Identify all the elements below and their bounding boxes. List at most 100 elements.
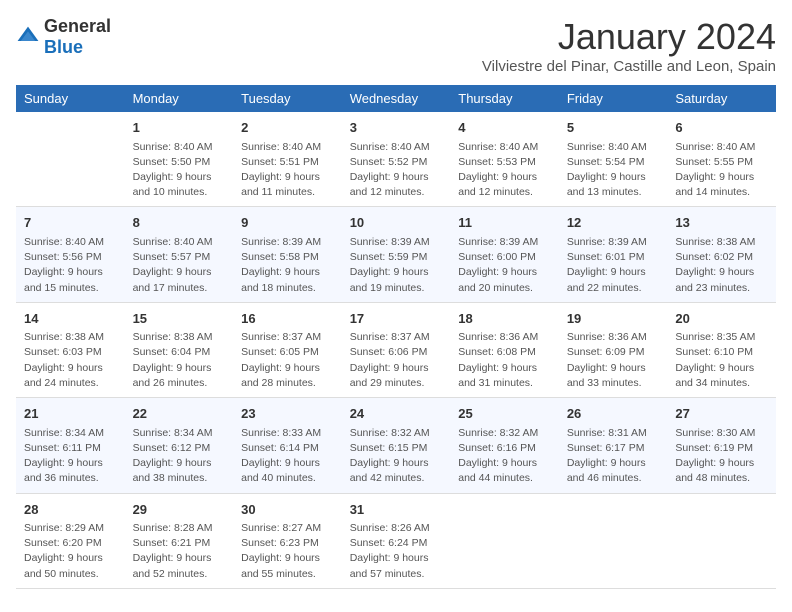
logo-text-general: General bbox=[44, 16, 111, 36]
day-number: 2 bbox=[241, 118, 334, 138]
day-number: 31 bbox=[350, 500, 443, 520]
day-number: 19 bbox=[567, 309, 660, 329]
day-info: Sunrise: 8:37 AM Sunset: 6:05 PM Dayligh… bbox=[241, 330, 334, 391]
day-number: 28 bbox=[24, 500, 117, 520]
calendar-cell: 24Sunrise: 8:32 AM Sunset: 6:15 PM Dayli… bbox=[342, 398, 451, 493]
weekday-header-row: SundayMondayTuesdayWednesdayThursdayFrid… bbox=[16, 85, 776, 112]
calendar-cell: 4Sunrise: 8:40 AM Sunset: 5:53 PM Daylig… bbox=[450, 112, 559, 207]
calendar-cell: 16Sunrise: 8:37 AM Sunset: 6:05 PM Dayli… bbox=[233, 302, 342, 397]
calendar-cell: 13Sunrise: 8:38 AM Sunset: 6:02 PM Dayli… bbox=[667, 207, 776, 302]
logo-icon bbox=[16, 25, 40, 49]
day-info: Sunrise: 8:40 AM Sunset: 5:52 PM Dayligh… bbox=[350, 140, 443, 201]
day-number: 9 bbox=[241, 213, 334, 233]
week-row-5: 28Sunrise: 8:29 AM Sunset: 6:20 PM Dayli… bbox=[16, 493, 776, 588]
day-info: Sunrise: 8:27 AM Sunset: 6:23 PM Dayligh… bbox=[241, 521, 334, 582]
calendar-cell: 27Sunrise: 8:30 AM Sunset: 6:19 PM Dayli… bbox=[667, 398, 776, 493]
day-info: Sunrise: 8:39 AM Sunset: 6:01 PM Dayligh… bbox=[567, 235, 660, 296]
weekday-header-saturday: Saturday bbox=[667, 85, 776, 112]
day-number: 23 bbox=[241, 404, 334, 424]
calendar-cell: 15Sunrise: 8:38 AM Sunset: 6:04 PM Dayli… bbox=[125, 302, 234, 397]
day-info: Sunrise: 8:39 AM Sunset: 6:00 PM Dayligh… bbox=[458, 235, 551, 296]
day-number: 13 bbox=[675, 213, 768, 233]
day-info: Sunrise: 8:37 AM Sunset: 6:06 PM Dayligh… bbox=[350, 330, 443, 391]
week-row-1: 1Sunrise: 8:40 AM Sunset: 5:50 PM Daylig… bbox=[16, 112, 776, 207]
logo: General Blue bbox=[16, 16, 111, 58]
day-info: Sunrise: 8:40 AM Sunset: 5:53 PM Dayligh… bbox=[458, 140, 551, 201]
calendar-cell: 5Sunrise: 8:40 AM Sunset: 5:54 PM Daylig… bbox=[559, 112, 668, 207]
calendar-cell: 18Sunrise: 8:36 AM Sunset: 6:08 PM Dayli… bbox=[450, 302, 559, 397]
day-number: 27 bbox=[675, 404, 768, 424]
calendar-cell: 23Sunrise: 8:33 AM Sunset: 6:14 PM Dayli… bbox=[233, 398, 342, 493]
calendar-cell: 26Sunrise: 8:31 AM Sunset: 6:17 PM Dayli… bbox=[559, 398, 668, 493]
week-row-2: 7Sunrise: 8:40 AM Sunset: 5:56 PM Daylig… bbox=[16, 207, 776, 302]
day-number: 6 bbox=[675, 118, 768, 138]
calendar-cell: 28Sunrise: 8:29 AM Sunset: 6:20 PM Dayli… bbox=[16, 493, 125, 588]
day-number: 24 bbox=[350, 404, 443, 424]
day-number: 25 bbox=[458, 404, 551, 424]
day-info: Sunrise: 8:30 AM Sunset: 6:19 PM Dayligh… bbox=[675, 426, 768, 487]
day-number: 22 bbox=[133, 404, 226, 424]
day-number: 30 bbox=[241, 500, 334, 520]
month-title: January 2024 bbox=[482, 16, 776, 58]
weekday-header-tuesday: Tuesday bbox=[233, 85, 342, 112]
logo-text-blue: Blue bbox=[44, 37, 83, 57]
calendar-cell: 2Sunrise: 8:40 AM Sunset: 5:51 PM Daylig… bbox=[233, 112, 342, 207]
calendar-cell bbox=[450, 493, 559, 588]
day-info: Sunrise: 8:32 AM Sunset: 6:15 PM Dayligh… bbox=[350, 426, 443, 487]
day-info: Sunrise: 8:28 AM Sunset: 6:21 PM Dayligh… bbox=[133, 521, 226, 582]
calendar-cell bbox=[16, 112, 125, 207]
calendar-cell: 1Sunrise: 8:40 AM Sunset: 5:50 PM Daylig… bbox=[125, 112, 234, 207]
day-info: Sunrise: 8:40 AM Sunset: 5:57 PM Dayligh… bbox=[133, 235, 226, 296]
calendar-cell: 21Sunrise: 8:34 AM Sunset: 6:11 PM Dayli… bbox=[16, 398, 125, 493]
day-info: Sunrise: 8:34 AM Sunset: 6:11 PM Dayligh… bbox=[24, 426, 117, 487]
day-info: Sunrise: 8:39 AM Sunset: 5:59 PM Dayligh… bbox=[350, 235, 443, 296]
day-info: Sunrise: 8:40 AM Sunset: 5:54 PM Dayligh… bbox=[567, 140, 660, 201]
location-title: Vilviestre del Pinar, Castille and Leon,… bbox=[482, 58, 776, 75]
calendar-cell: 9Sunrise: 8:39 AM Sunset: 5:58 PM Daylig… bbox=[233, 207, 342, 302]
title-area: January 2024 Vilviestre del Pinar, Casti… bbox=[482, 16, 776, 75]
calendar-cell: 7Sunrise: 8:40 AM Sunset: 5:56 PM Daylig… bbox=[16, 207, 125, 302]
day-info: Sunrise: 8:38 AM Sunset: 6:03 PM Dayligh… bbox=[24, 330, 117, 391]
calendar-cell: 14Sunrise: 8:38 AM Sunset: 6:03 PM Dayli… bbox=[16, 302, 125, 397]
weekday-header-friday: Friday bbox=[559, 85, 668, 112]
day-number: 8 bbox=[133, 213, 226, 233]
day-number: 10 bbox=[350, 213, 443, 233]
day-info: Sunrise: 8:33 AM Sunset: 6:14 PM Dayligh… bbox=[241, 426, 334, 487]
day-info: Sunrise: 8:38 AM Sunset: 6:02 PM Dayligh… bbox=[675, 235, 768, 296]
day-number: 5 bbox=[567, 118, 660, 138]
calendar-cell: 11Sunrise: 8:39 AM Sunset: 6:00 PM Dayli… bbox=[450, 207, 559, 302]
day-info: Sunrise: 8:29 AM Sunset: 6:20 PM Dayligh… bbox=[24, 521, 117, 582]
day-info: Sunrise: 8:31 AM Sunset: 6:17 PM Dayligh… bbox=[567, 426, 660, 487]
day-number: 26 bbox=[567, 404, 660, 424]
day-info: Sunrise: 8:36 AM Sunset: 6:09 PM Dayligh… bbox=[567, 330, 660, 391]
calendar-cell bbox=[559, 493, 668, 588]
day-number: 15 bbox=[133, 309, 226, 329]
day-info: Sunrise: 8:26 AM Sunset: 6:24 PM Dayligh… bbox=[350, 521, 443, 582]
calendar-cell: 25Sunrise: 8:32 AM Sunset: 6:16 PM Dayli… bbox=[450, 398, 559, 493]
weekday-header-monday: Monday bbox=[125, 85, 234, 112]
calendar-cell: 3Sunrise: 8:40 AM Sunset: 5:52 PM Daylig… bbox=[342, 112, 451, 207]
day-number: 21 bbox=[24, 404, 117, 424]
calendar-cell: 12Sunrise: 8:39 AM Sunset: 6:01 PM Dayli… bbox=[559, 207, 668, 302]
day-info: Sunrise: 8:40 AM Sunset: 5:55 PM Dayligh… bbox=[675, 140, 768, 201]
weekday-header-thursday: Thursday bbox=[450, 85, 559, 112]
day-info: Sunrise: 8:35 AM Sunset: 6:10 PM Dayligh… bbox=[675, 330, 768, 391]
calendar-cell: 20Sunrise: 8:35 AM Sunset: 6:10 PM Dayli… bbox=[667, 302, 776, 397]
calendar-cell: 6Sunrise: 8:40 AM Sunset: 5:55 PM Daylig… bbox=[667, 112, 776, 207]
day-number: 11 bbox=[458, 213, 551, 233]
calendar-table: SundayMondayTuesdayWednesdayThursdayFrid… bbox=[16, 85, 776, 589]
week-row-3: 14Sunrise: 8:38 AM Sunset: 6:03 PM Dayli… bbox=[16, 302, 776, 397]
day-info: Sunrise: 8:34 AM Sunset: 6:12 PM Dayligh… bbox=[133, 426, 226, 487]
day-info: Sunrise: 8:40 AM Sunset: 5:56 PM Dayligh… bbox=[24, 235, 117, 296]
day-info: Sunrise: 8:32 AM Sunset: 6:16 PM Dayligh… bbox=[458, 426, 551, 487]
day-info: Sunrise: 8:40 AM Sunset: 5:51 PM Dayligh… bbox=[241, 140, 334, 201]
calendar-cell: 30Sunrise: 8:27 AM Sunset: 6:23 PM Dayli… bbox=[233, 493, 342, 588]
calendar-cell: 19Sunrise: 8:36 AM Sunset: 6:09 PM Dayli… bbox=[559, 302, 668, 397]
day-number: 3 bbox=[350, 118, 443, 138]
weekday-header-wednesday: Wednesday bbox=[342, 85, 451, 112]
day-number: 16 bbox=[241, 309, 334, 329]
day-info: Sunrise: 8:36 AM Sunset: 6:08 PM Dayligh… bbox=[458, 330, 551, 391]
page-header: General Blue January 2024 Vilviestre del… bbox=[16, 16, 776, 75]
day-number: 17 bbox=[350, 309, 443, 329]
day-number: 18 bbox=[458, 309, 551, 329]
